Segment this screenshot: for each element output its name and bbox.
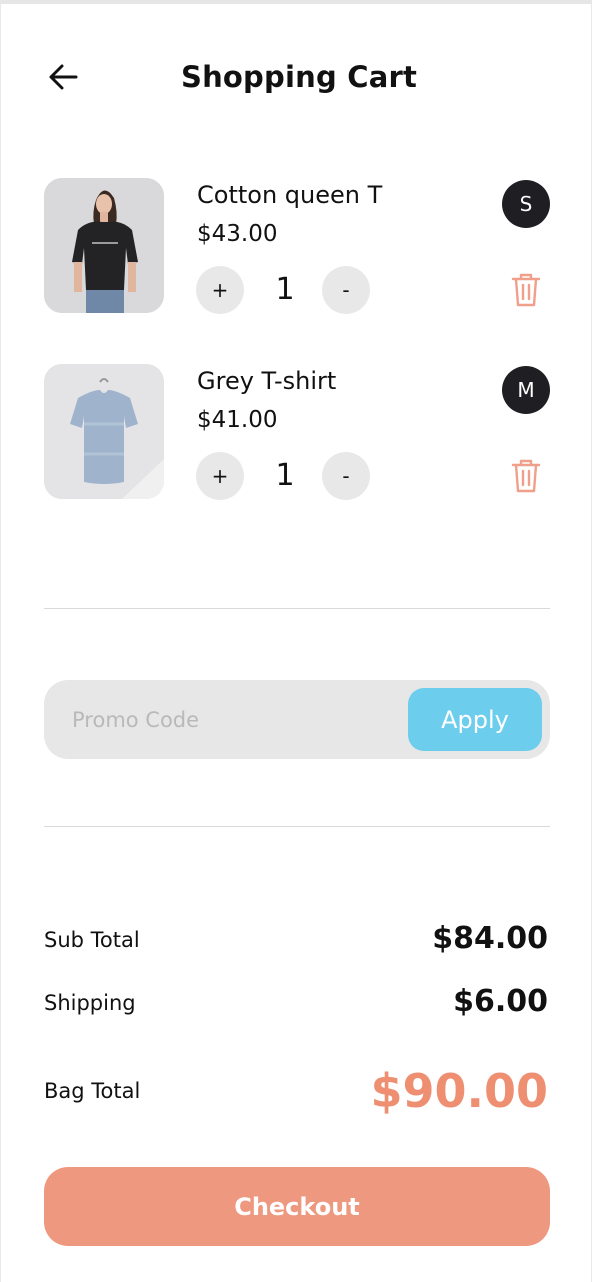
increase-quantity-button[interactable]: + (196, 452, 244, 500)
size-badge: S (502, 180, 550, 228)
product-image[interactable] (44, 364, 164, 499)
product-name: Cotton queen T (197, 181, 383, 209)
header: Shopping Cart (0, 52, 592, 104)
cart-item: Grey T-shirt $41.00 + 1 - M (0, 364, 592, 504)
decrease-quantity-button[interactable]: - (322, 452, 370, 500)
quantity-value: 1 (275, 272, 295, 307)
cart-item: Cotton queen T $43.00 + 1 - S (0, 178, 592, 318)
shipping-value: $6.00 (453, 984, 548, 1019)
arrow-left-icon (49, 64, 78, 90)
delete-item-button[interactable] (506, 270, 546, 310)
back-button[interactable] (46, 60, 80, 94)
bag-total-value: $90.00 (370, 1064, 548, 1118)
quantity-value: 1 (275, 458, 295, 493)
trash-icon (511, 273, 541, 307)
top-status-strip (0, 0, 592, 4)
decrease-quantity-button[interactable]: - (322, 266, 370, 314)
increase-quantity-button[interactable]: + (196, 266, 244, 314)
product-price: $41.00 (197, 407, 278, 433)
page-title: Shopping Cart (181, 60, 418, 94)
subtotal-label: Sub Total (44, 928, 140, 952)
shipping-label: Shipping (44, 991, 136, 1015)
bag-total-label: Bag Total (44, 1079, 141, 1103)
promo-code-field: Apply (44, 680, 550, 759)
trash-icon (511, 459, 541, 493)
size-badge: M (502, 366, 550, 414)
product-price: $43.00 (197, 221, 278, 247)
promo-code-input[interactable] (72, 680, 402, 759)
product-name: Grey T-shirt (197, 367, 337, 395)
divider (44, 608, 550, 609)
divider (44, 826, 550, 827)
delete-item-button[interactable] (506, 456, 546, 496)
apply-promo-button[interactable]: Apply (408, 688, 542, 751)
checkout-button[interactable]: Checkout (44, 1167, 550, 1246)
subtotal-value: $84.00 (432, 921, 548, 956)
product-image[interactable] (44, 178, 164, 313)
